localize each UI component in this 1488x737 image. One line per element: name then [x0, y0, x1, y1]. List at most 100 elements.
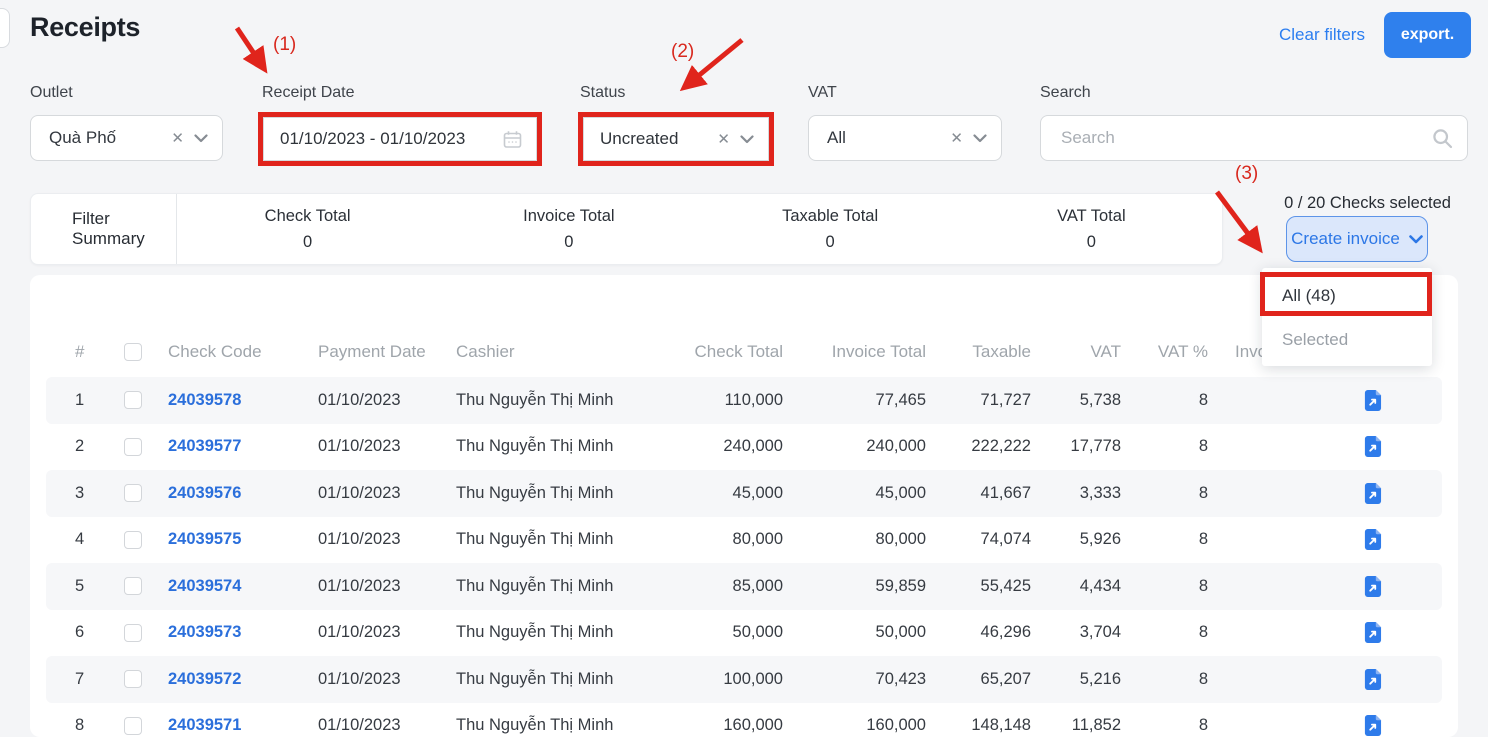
payment-date: 01/10/2023 — [318, 656, 458, 703]
row-checkbox[interactable] — [124, 624, 142, 642]
row-checkbox[interactable] — [124, 670, 142, 688]
vat-select[interactable]: All ✕ — [808, 115, 1002, 161]
cashier-name: Thu Nguyễn Thị Minh — [456, 703, 686, 737]
payment-date: 01/10/2023 — [318, 703, 458, 737]
create-invoice-file-icon[interactable] — [1363, 621, 1382, 644]
vat-amount: 11,852 — [1021, 703, 1121, 737]
select-all-cell — [124, 337, 154, 367]
invoice-cell — [1352, 517, 1392, 564]
clear-outlet-icon[interactable]: ✕ — [161, 129, 194, 147]
summary-invoice-total: Invoice Total 0 — [438, 194, 699, 264]
col-payment-date: Payment Date — [318, 337, 458, 367]
check-code-link[interactable]: 24039573 — [168, 610, 313, 657]
create-invoice-file-icon[interactable] — [1363, 482, 1382, 505]
status-select[interactable]: Uncreated ✕ — [583, 117, 769, 161]
check-total: 80,000 — [683, 517, 783, 564]
search-box[interactable] — [1040, 115, 1468, 161]
create-invoice-file-icon[interactable] — [1363, 575, 1382, 598]
row-index: 3 — [75, 470, 109, 517]
summary-label: Taxable Total — [782, 207, 878, 226]
invoice-cell — [1352, 377, 1392, 424]
invoice-cell — [1352, 703, 1392, 737]
invoice-cell — [1352, 610, 1392, 657]
checkbox-cell — [124, 377, 154, 424]
invoice-cell — [1352, 470, 1392, 517]
summary-value: 0 — [1087, 233, 1096, 252]
check-code-link[interactable]: 24039576 — [168, 470, 313, 517]
clear-vat-icon[interactable]: ✕ — [940, 129, 973, 147]
row-index: 5 — [75, 563, 109, 610]
row-checkbox[interactable] — [124, 531, 142, 549]
create-invoice-file-icon[interactable] — [1363, 714, 1382, 737]
cashier-name: Thu Nguyễn Thị Minh — [456, 563, 686, 610]
col-vat-pct: VAT % — [1108, 337, 1208, 367]
table-row: 8 24039571 01/10/2023 Thu Nguyễn Thị Min… — [46, 703, 1442, 737]
search-label: Search — [1040, 84, 1091, 102]
menu-item-selected[interactable]: Selected — [1262, 318, 1432, 362]
search-icon[interactable] — [1432, 128, 1467, 149]
check-code-link[interactable]: 24039571 — [168, 703, 313, 737]
clear-filters-link[interactable]: Clear filters — [1279, 25, 1365, 45]
check-total: 100,000 — [683, 656, 783, 703]
invoice-total: 80,000 — [826, 517, 926, 564]
table-row: 4 24039575 01/10/2023 Thu Nguyễn Thị Min… — [46, 517, 1442, 564]
check-total: 50,000 — [683, 610, 783, 657]
vat-label: VAT — [808, 84, 837, 102]
check-code-link[interactable]: 24039572 — [168, 656, 313, 703]
check-code-link[interactable]: 24039575 — [168, 517, 313, 564]
receipt-date-label: Receipt Date — [262, 84, 355, 102]
search-input[interactable] — [1041, 128, 1432, 148]
annotation-label-2: (2) — [671, 41, 694, 63]
summary-taxable-total: Taxable Total 0 — [700, 194, 961, 264]
calendar-icon[interactable] — [503, 130, 536, 149]
taxable: 65,207 — [931, 656, 1031, 703]
invoice-total: 45,000 — [826, 470, 926, 517]
create-invoice-file-icon[interactable] — [1363, 668, 1382, 691]
checkbox-cell — [124, 563, 154, 610]
table-row: 5 24039574 01/10/2023 Thu Nguyễn Thị Min… — [46, 563, 1442, 610]
chevron-down-icon[interactable] — [973, 134, 1001, 143]
invoice-total: 240,000 — [826, 424, 926, 471]
cashier-name: Thu Nguyễn Thị Minh — [456, 424, 686, 471]
row-checkbox[interactable] — [124, 717, 142, 735]
row-checkbox[interactable] — [124, 484, 142, 502]
chevron-down-icon[interactable] — [740, 135, 768, 144]
select-all-checkbox[interactable] — [124, 343, 142, 361]
vat-percent: 8 — [1108, 424, 1208, 471]
col-index: # — [75, 337, 109, 367]
outlet-select[interactable]: Quà Phố ✕ — [30, 115, 223, 161]
check-code-link[interactable]: 24039574 — [168, 563, 313, 610]
receipt-date-input[interactable]: 01/10/2023 - 01/10/2023 — [263, 117, 537, 161]
vat-amount: 4,434 — [1021, 563, 1121, 610]
cashier-name: Thu Nguyễn Thị Minh — [456, 517, 686, 564]
vat-percent: 8 — [1108, 517, 1208, 564]
create-invoice-file-icon[interactable] — [1363, 528, 1382, 551]
create-invoice-file-icon[interactable] — [1363, 389, 1382, 412]
checkbox-cell — [124, 470, 154, 517]
col-check-code: Check Code — [168, 337, 313, 367]
invoice-total: 59,859 — [826, 563, 926, 610]
check-code-link[interactable]: 24039578 — [168, 377, 313, 424]
row-checkbox[interactable] — [124, 577, 142, 595]
annotation-label-3: (3) — [1235, 163, 1258, 185]
payment-date: 01/10/2023 — [318, 470, 458, 517]
clear-status-icon[interactable]: ✕ — [707, 130, 740, 148]
row-checkbox[interactable] — [124, 391, 142, 409]
export-button[interactable]: export. — [1384, 12, 1471, 58]
vat-amount: 5,216 — [1021, 656, 1121, 703]
menu-item-all[interactable]: All (48) — [1262, 274, 1432, 318]
filter-summary-card: Filter Summary Check Total 0 Invoice Tot… — [30, 193, 1223, 265]
create-invoice-dropdown: All (48) Selected — [1262, 268, 1432, 366]
create-invoice-file-icon[interactable] — [1363, 435, 1382, 458]
row-checkbox[interactable] — [124, 438, 142, 456]
col-check-total: Check Total — [683, 337, 783, 367]
payment-date: 01/10/2023 — [318, 610, 458, 657]
create-invoice-button[interactable]: Create invoice — [1286, 216, 1428, 262]
chevron-down-icon[interactable] — [194, 134, 222, 143]
taxable: 222,222 — [931, 424, 1031, 471]
check-code-link[interactable]: 24039577 — [168, 424, 313, 471]
checkbox-cell — [124, 424, 154, 471]
invoice-cell — [1352, 424, 1392, 471]
vat-percent: 8 — [1108, 470, 1208, 517]
payment-date: 01/10/2023 — [318, 563, 458, 610]
